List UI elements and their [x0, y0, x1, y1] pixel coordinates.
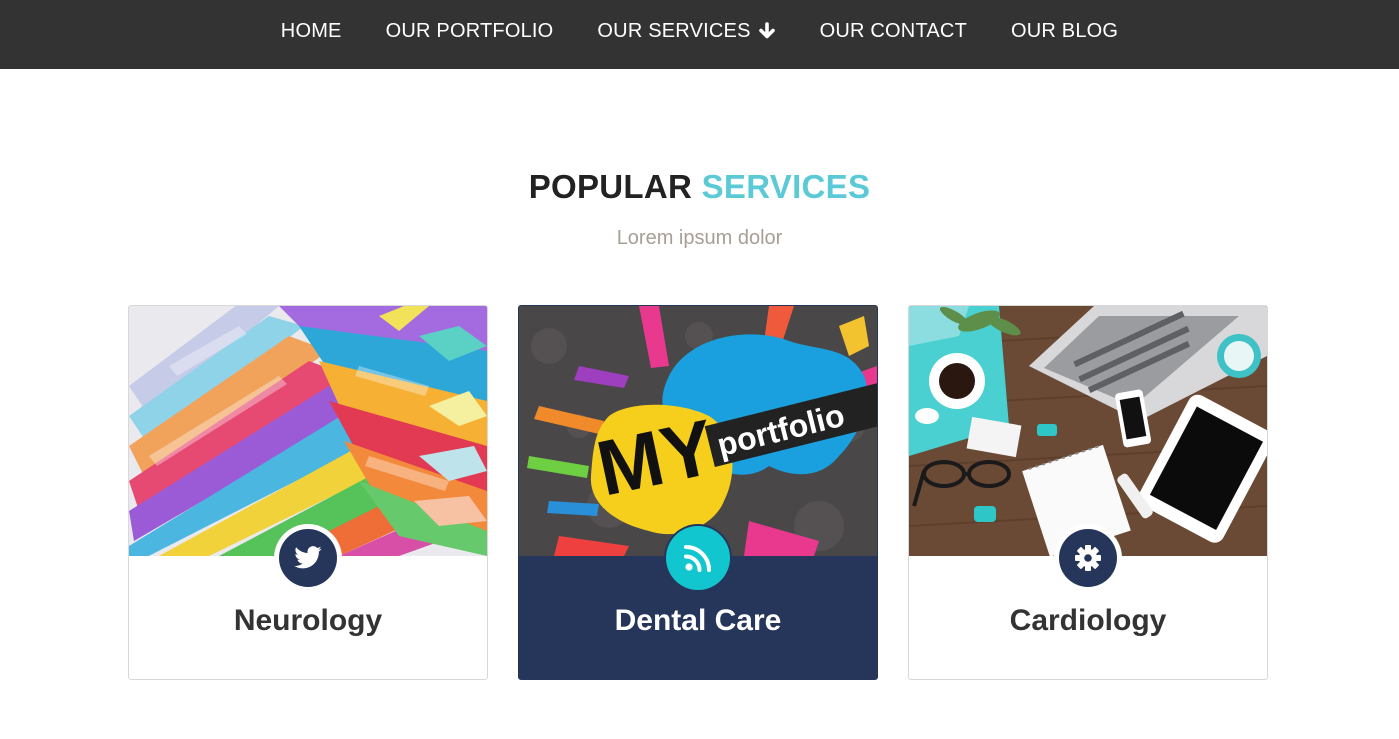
- card-badge: [274, 524, 342, 592]
- section-subtitle: Lorem ipsum dolor: [616, 227, 783, 249]
- nav-link-services-label: OUR SERVICES: [597, 19, 751, 42]
- arrow-down-icon: [758, 22, 775, 39]
- card-title: Neurology: [233, 604, 383, 637]
- badge-inner: [666, 526, 730, 590]
- top-navigation: HOME OUR PORTFOLIO OUR SERVICES OUR CONT…: [0, 0, 1399, 69]
- rss-icon: [684, 545, 711, 572]
- section-title-main: POPULAR: [528, 168, 693, 205]
- nav-list: HOME OUR PORTFOLIO OUR SERVICES OUR CONT…: [0, 0, 1399, 62]
- service-card-neurology[interactable]: Neurology: [128, 305, 488, 680]
- card-title: Cardiology: [1009, 604, 1167, 637]
- card-image-folders: [129, 306, 487, 556]
- card-title: Dental Care: [614, 604, 782, 637]
- card-image-portfolio: MY portfolio: [519, 306, 877, 556]
- gear-icon: [1075, 545, 1101, 571]
- card-image-desk: [909, 306, 1267, 556]
- section-title-accent: SERVICES: [701, 168, 871, 205]
- badge-inner: [1059, 529, 1117, 587]
- folders-illustration: [129, 306, 487, 556]
- nav-link-portfolio[interactable]: OUR PORTFOLIO: [386, 20, 554, 43]
- section-title: POPULAR SERVICES: [0, 168, 1399, 206]
- portfolio-illustration: MY portfolio: [519, 306, 877, 556]
- card-badge: [664, 524, 732, 592]
- nav-link-services[interactable]: OUR SERVICES: [597, 20, 775, 43]
- twitter-icon: [294, 546, 322, 569]
- desk-illustration: [909, 306, 1267, 556]
- service-card-cardiology[interactable]: Cardiology: [908, 305, 1268, 680]
- nav-link-blog[interactable]: OUR BLOG: [1011, 20, 1118, 43]
- nav-link-contact[interactable]: OUR CONTACT: [820, 20, 967, 43]
- nav-item-blog: OUR BLOG: [1011, 20, 1118, 43]
- nav-item-contact: OUR CONTACT: [820, 20, 967, 43]
- card-badge: [1054, 524, 1122, 592]
- nav-item-services: OUR SERVICES: [597, 20, 775, 43]
- nav-item-portfolio: OUR PORTFOLIO: [386, 20, 554, 43]
- service-card-dental-care[interactable]: MY portfolio Dental Care: [518, 305, 878, 680]
- nav-link-home[interactable]: HOME: [281, 20, 342, 43]
- nav-item-home: HOME: [281, 20, 342, 43]
- badge-inner: [279, 529, 337, 587]
